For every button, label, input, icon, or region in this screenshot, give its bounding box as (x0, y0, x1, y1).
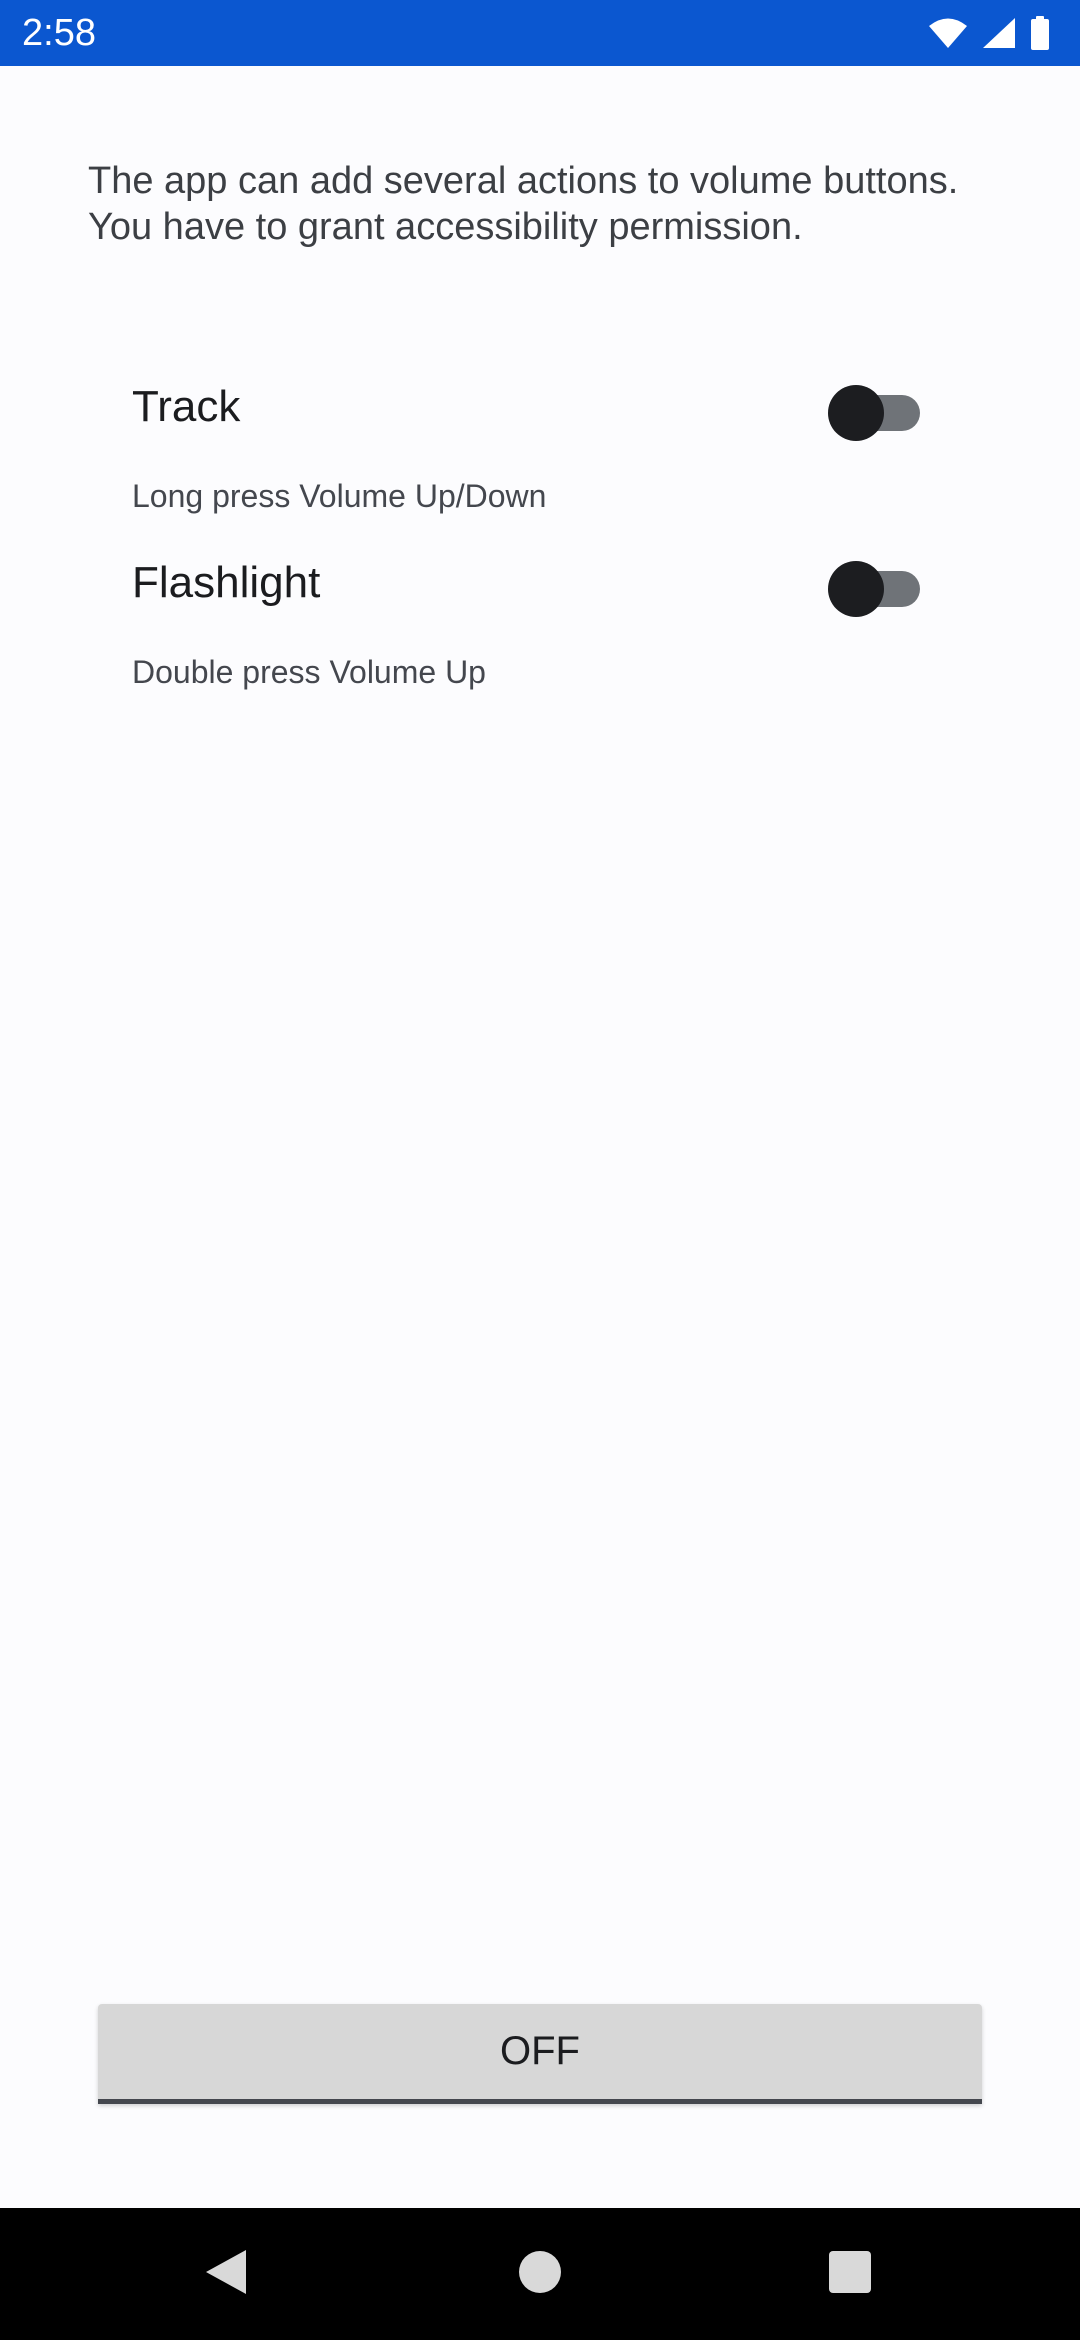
setting-row-flashlight[interactable]: Flashlight (132, 538, 932, 628)
screen: 2:58 The app can add several actions to … (0, 0, 1080, 2340)
home-icon (518, 2250, 562, 2299)
back-icon (204, 2248, 248, 2301)
recents-icon (828, 2250, 872, 2299)
setting-title-flashlight: Flashlight (132, 558, 321, 607)
nav-recents-button[interactable] (770, 2208, 930, 2340)
status-time: 2:58 (22, 12, 96, 54)
flashlight-toggle[interactable] (828, 555, 920, 617)
nav-back-button[interactable] (146, 2208, 306, 2340)
intro-line-2: You have to grant accessibility permissi… (88, 206, 803, 248)
off-button[interactable]: OFF (98, 2004, 982, 2104)
flashlight-toggle-thumb (828, 561, 884, 617)
battery-icon (1030, 16, 1050, 50)
signal-icon (982, 17, 1016, 49)
track-toggle[interactable] (828, 379, 920, 441)
setting-row-track[interactable]: Track (132, 362, 932, 452)
setting-title-track: Track (132, 382, 241, 431)
status-icons (928, 14, 1050, 52)
navigation-bar (0, 2208, 1080, 2340)
intro-text: The app can add several actions to volum… (88, 158, 1008, 250)
status-bar: 2:58 (0, 0, 1080, 66)
intro-line-1: The app can add several actions to volum… (88, 160, 959, 202)
setting-desc-flashlight: Double press Volume Up (132, 654, 486, 690)
setting-desc-track: Long press Volume Up/Down (132, 478, 547, 514)
nav-home-button[interactable] (460, 2208, 620, 2340)
wifi-icon (928, 17, 968, 49)
track-toggle-thumb (828, 385, 884, 441)
